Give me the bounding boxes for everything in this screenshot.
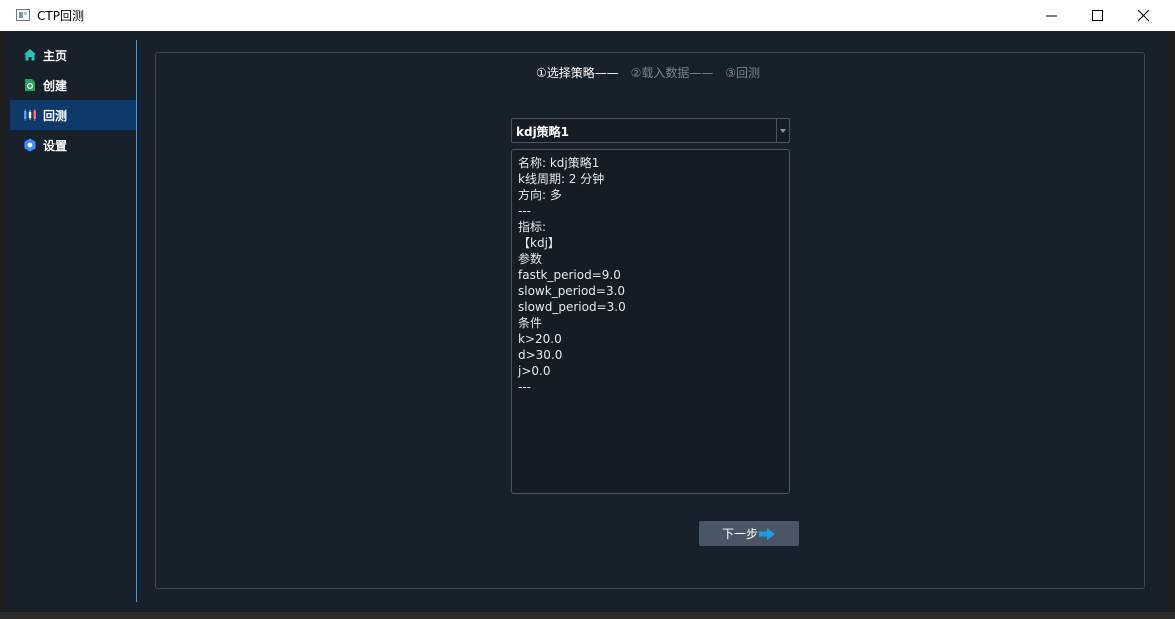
next-step-button[interactable]: 下一步 <box>699 521 799 546</box>
home-icon <box>23 48 37 62</box>
close-icon <box>1138 10 1150 22</box>
arrow-right-icon <box>758 527 776 541</box>
sidebar-item-backtest[interactable]: 回测 <box>10 100 136 130</box>
app-icon <box>16 9 30 21</box>
window-frame-bottom <box>0 612 1175 619</box>
strategy-details-textbox[interactable]: 名称: kdj策略1 k线周期: 2 分钟 方向: 多 --- 指标: 【kdj… <box>511 149 790 494</box>
maximize-icon <box>1092 10 1103 21</box>
sidebar-item-label: 主页 <box>43 48 68 63</box>
sidebar-item-label: 设置 <box>43 138 68 153</box>
details-line: 指标: <box>518 220 547 234</box>
sidebar-item-home[interactable]: 主页 <box>10 40 136 70</box>
details-line: slowd_period=3.0 <box>518 300 626 314</box>
settings-icon <box>23 138 37 152</box>
step-select-strategy: ①选择策略—— <box>536 66 619 80</box>
details-line: --- <box>518 380 531 394</box>
minimize-icon <box>1046 15 1057 17</box>
details-line: 名称: kdj策略1 <box>518 156 600 170</box>
sidebar-item-create[interactable]: 创建 <box>10 70 136 100</box>
sidebar-divider <box>136 40 137 602</box>
window-frame-right <box>1169 31 1175 612</box>
window-title: CTP回测 <box>37 9 84 23</box>
step-backtest: ③回测 <box>725 66 760 80</box>
details-line: slowk_period=3.0 <box>518 284 626 298</box>
create-icon <box>23 78 37 92</box>
details-line: k线周期: 2 分钟 <box>518 172 605 186</box>
step-load-data: ②载入数据—— <box>630 66 714 80</box>
details-line: k>20.0 <box>518 332 562 346</box>
details-line: 【kdj】 <box>518 236 560 250</box>
close-button[interactable] <box>1121 0 1167 31</box>
sidebar-item-settings[interactable]: 设置 <box>10 130 136 160</box>
strategy-select[interactable]: kdj策略1 <box>511 118 790 143</box>
minimize-button[interactable] <box>1029 0 1075 31</box>
details-line: fastk_period=9.0 <box>518 268 621 282</box>
wizard-steps: ①选择策略—— ②载入数据—— ③回测 <box>536 64 760 82</box>
chevron-down-icon[interactable] <box>776 119 789 142</box>
maximize-button[interactable] <box>1075 0 1121 31</box>
details-line: 条件 <box>518 316 543 330</box>
details-line: 方向: 多 <box>518 188 562 202</box>
sidebar-item-label: 创建 <box>43 78 68 93</box>
strategy-select-value: kdj策略1 <box>516 125 570 139</box>
title-bar: CTP回测 <box>0 0 1175 31</box>
details-line: 参数 <box>518 252 543 266</box>
sidebar-item-label: 回测 <box>43 108 68 123</box>
details-line: --- <box>518 204 531 218</box>
next-step-label: 下一步 <box>721 527 758 541</box>
details-line: j>0.0 <box>518 364 551 378</box>
backtest-icon <box>23 108 37 122</box>
details-line: d>30.0 <box>518 348 563 362</box>
